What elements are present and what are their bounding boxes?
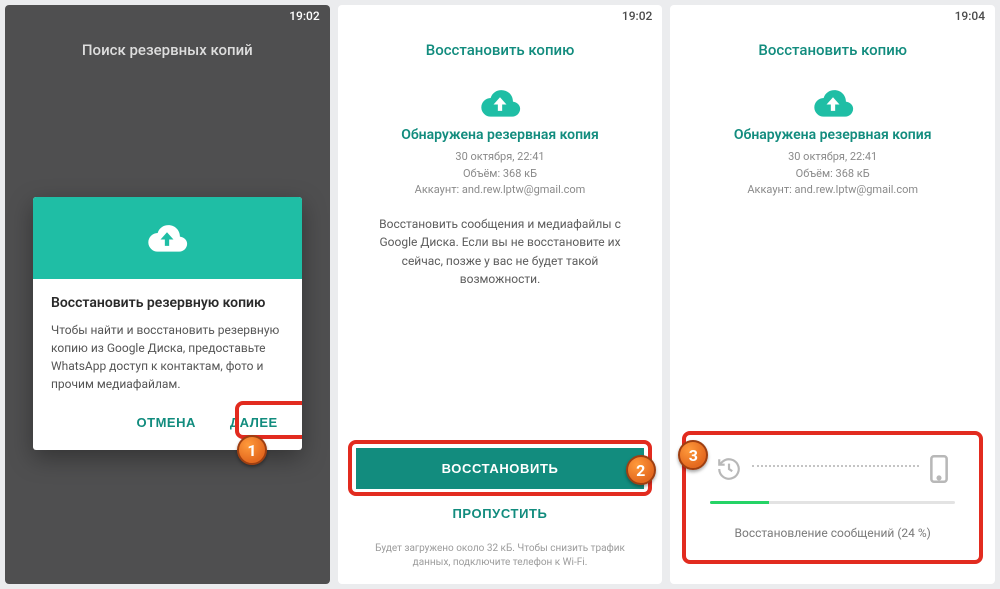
restore-button[interactable]: ВОССТАНОВИТЬ [356, 448, 645, 489]
cloud-upload-icon [810, 87, 856, 119]
dialog-body: Восстановить резервную копию Чтобы найти… [33, 279, 302, 397]
cloud-upload-icon [144, 222, 190, 254]
page-title: Восстановить копию [670, 27, 995, 69]
backup-found-title: Обнаружена резервная копия [734, 127, 932, 143]
cloud-upload-icon [477, 87, 523, 119]
status-bar: 19:02 [338, 5, 663, 27]
cancel-button[interactable]: ОТМЕНА [129, 409, 204, 436]
bottom-actions: ВОССТАНОВИТЬ ПРОПУСТИТЬ Будет загружено … [338, 448, 663, 584]
dialog-title: Восстановить резервную копию [51, 295, 284, 311]
progress-label: Восстановление сообщений (24 %) [710, 526, 955, 540]
data-hint: Будет загружено около 32 кБ. Чтобы снизи… [356, 542, 645, 570]
screen-backup-found: 19:02 Восстановить копию Обнаружена резе… [338, 5, 663, 584]
step-badge: 1 [237, 435, 267, 465]
page-title: Поиск резервных копий [5, 27, 330, 69]
screen-search-backups: 19:02 Поиск резервных копий Восстановить… [5, 5, 330, 584]
page-title: Восстановить копию [338, 27, 663, 69]
clock: 19:02 [622, 9, 652, 23]
backup-found-title: Обнаружена резервная копия [401, 127, 599, 143]
status-bar: 19:04 [670, 5, 995, 27]
progress-panel: Восстановление сообщений (24 %) [682, 431, 983, 564]
progress-bar [710, 501, 955, 504]
status-bar: 19:02 [5, 5, 330, 27]
dialog-header [33, 197, 302, 279]
dialog-text: Чтобы найти и восстановить резервную коп… [51, 321, 284, 393]
backup-meta: 30 октября, 22:41 Объём: 368 кБ Аккаунт:… [747, 149, 918, 199]
backup-size: Объём: 368 кБ [415, 166, 586, 183]
phone-icon [929, 455, 949, 487]
backup-size: Объём: 368 кБ [747, 166, 918, 183]
backup-account: Аккаунт: and.rew.lptw@gmail.com [415, 182, 586, 199]
transfer-graphic [710, 451, 955, 501]
step-badge: 2 [626, 455, 656, 485]
clock: 19:02 [289, 9, 319, 23]
backup-meta: 30 октября, 22:41 Объём: 368 кБ Аккаунт:… [415, 149, 586, 199]
screen-restoring: 19:04 Восстановить копию Обнаружена резе… [670, 5, 995, 584]
restore-permission-dialog: Восстановить резервную копию Чтобы найти… [33, 197, 302, 450]
next-button[interactable]: ДАЛЕЕ [222, 409, 286, 436]
progress-fill [710, 501, 769, 504]
history-icon [716, 456, 742, 486]
dots-icon [752, 465, 919, 467]
restore-description: Восстановить сообщения и медиафайлы с Go… [362, 215, 639, 289]
backup-account: Аккаунт: and.rew.lptw@gmail.com [747, 182, 918, 199]
clock: 19:04 [955, 9, 985, 23]
skip-button[interactable]: ПРОПУСТИТЬ [356, 495, 645, 532]
content: Обнаружена резервная копия 30 октября, 2… [338, 69, 663, 448]
backup-date: 30 октября, 22:41 [415, 149, 586, 166]
backup-date: 30 октября, 22:41 [747, 149, 918, 166]
